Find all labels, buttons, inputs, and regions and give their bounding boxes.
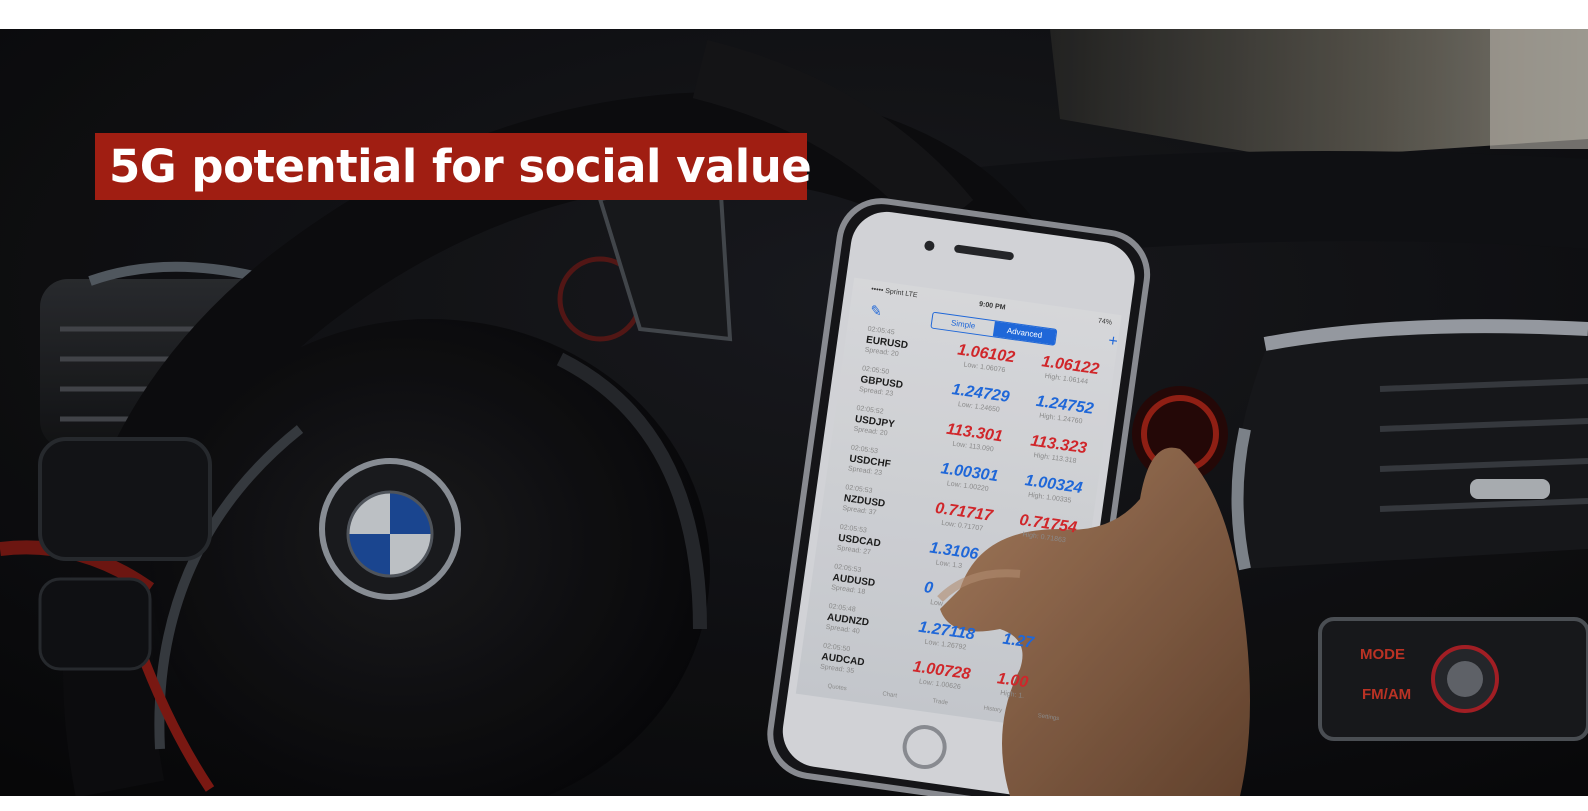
quote-ask: 1.27 [1001, 630, 1035, 652]
phone-tab-item[interactable]: Chart [880, 691, 897, 711]
edit-icon[interactable]: ✎ [869, 302, 883, 320]
quote-list: 02:05:45 EURUSD Spread: 20 1.06102 1.06122 Lo… [810, 325, 1127, 719]
bottom-margin [0, 796, 1588, 811]
title-banner: 5G potential for social value [95, 133, 812, 200]
phone-tab-item[interactable]: Quotes [825, 684, 847, 705]
top-margin [0, 0, 1588, 29]
battery-text: 74% [1097, 317, 1113, 327]
segment-advanced[interactable]: Advanced [992, 321, 1057, 345]
clock-text: 9:00 PM [978, 300, 1006, 312]
phone-tab-item[interactable]: Trade [930, 698, 948, 718]
phone-tab-item[interactable]: History [981, 706, 1002, 726]
segment-simple[interactable]: Simple [931, 313, 994, 336]
add-icon[interactable]: + [1107, 332, 1119, 351]
quote-bid: 0 [922, 579, 935, 598]
quote-low: Low [929, 599, 944, 608]
phone-tab-item[interactable]: Settings [1036, 713, 1059, 734]
page-title: 5G potential for social value [109, 140, 812, 193]
hero-photo: MODE FM/AM ••••• Sprint LTE 9:00 PM 74% … [0, 29, 1588, 796]
